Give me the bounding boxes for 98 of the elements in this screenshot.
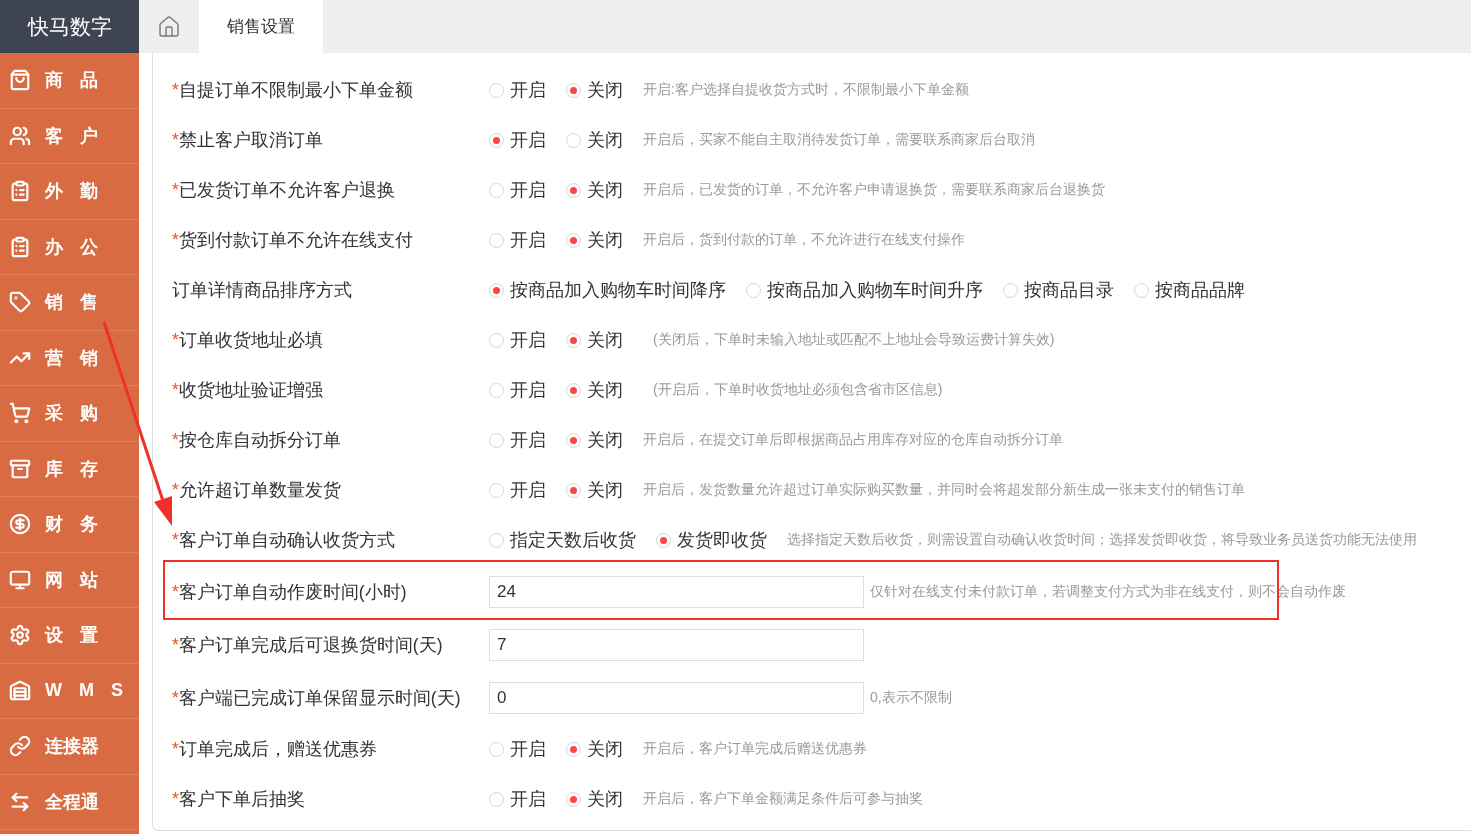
monitor-icon [9,568,31,591]
radio-option[interactable]: 开启 [489,78,546,102]
radio-option[interactable]: 关闭 [566,378,623,402]
hint-text: 开启后，在提交订单后即根据商品占用库存对应的仓库自动拆分订单 [643,431,1063,449]
radio-icon[interactable] [489,232,504,248]
setting-label: 订单详情商品排序方式 [172,279,353,302]
radio-icon[interactable] [489,132,504,148]
home-icon [157,14,181,39]
radio-option[interactable]: 关闭 [566,478,623,502]
radio-icon[interactable] [1003,282,1018,298]
hint-text: 开启后，买家不能自主取消待发货订单，需要联系商家后台取消 [643,131,1035,149]
setting-label: *客户下单后抽奖 [172,788,306,811]
cart-icon [9,402,31,425]
tag-icon [9,291,31,314]
radio-icon[interactable] [566,232,581,248]
hint-text: 开启后，已发货的订单，不允许客户申请退换货，需要联系商家后台退换货 [643,181,1105,199]
radio-icon[interactable] [489,82,504,98]
radio-icon[interactable] [489,382,504,398]
radio-icon[interactable] [489,532,504,548]
radio-icon[interactable] [489,432,504,448]
radio-option[interactable]: 开启 [489,228,546,252]
hint-text: 开启后，客户订单完成后赠送优惠券 [643,740,867,758]
radio-option[interactable]: 开启 [489,737,546,761]
radio-option[interactable]: 开启 [489,478,546,502]
radio-icon[interactable] [746,282,761,298]
setting-label: *客户订单自动确认收货方式 [172,529,396,552]
radio-option[interactable]: 关闭 [566,737,623,761]
warehouse-icon [9,679,31,702]
radio-option[interactable]: 按商品加入购物车时间升序 [746,278,983,302]
input-field[interactable]: 0 [489,681,864,714]
setting-label: *已发货订单不允许客户退换 [172,179,396,202]
setting-label: *订单完成后，赠送优惠券 [172,738,378,761]
radio-option[interactable]: 关闭 [566,428,623,452]
setting-label: *自提订单不限制最小下单金额 [172,79,414,102]
radio-icon[interactable] [566,82,581,98]
radio-icon[interactable] [489,182,504,198]
radio-option[interactable]: 关闭 [566,178,623,202]
hint-text: (关闭后，下单时未输入地址或匹配不上地址会导致运费计算失效) [653,331,1055,349]
input-field[interactable]: 7 [489,628,864,661]
setting-label: *货到付款订单不允许在线支付 [172,229,414,252]
radio-option[interactable]: 开启 [489,178,546,202]
clipboard-icon [9,180,31,203]
hint-text: 开启:客户选择自提收货方式时，不限制最小下单金额 [643,81,969,99]
radio-option[interactable]: 关闭 [566,78,623,102]
radio-option[interactable]: 开启 [489,428,546,452]
radio-option[interactable]: 开启 [489,128,546,152]
hint-text: 开启后，客户下单金额满足条件后可参与抽奖 [643,790,923,808]
bag-icon [9,69,31,92]
hint-text: 0,表示不限制 [870,688,952,707]
box-icon [9,457,31,480]
radio-option[interactable]: 关闭 [566,228,623,252]
radio-icon[interactable] [489,791,504,807]
setting-label: *订单收货地址必填 [172,329,324,352]
setting-label: *客户订单自动作废时间(小时) [172,580,408,604]
radio-option[interactable]: 按商品目录 [1003,278,1114,302]
brand-logo: 快马数字 [0,0,139,53]
radio-icon[interactable] [656,532,671,548]
swap-icon [9,790,31,813]
users-icon [9,124,31,147]
radio-icon[interactable] [566,132,581,148]
radio-icon[interactable] [566,432,581,448]
radio-option[interactable]: 开启 [489,328,546,352]
setting-label: *禁止客户取消订单 [172,129,324,152]
radio-option[interactable]: 发货即收货 [656,528,767,552]
hint-text: (开启后，下单时收货地址必须包含省市区信息) [653,381,943,399]
hint-text: 开启后，货到付款的订单，不允许进行在线支付操作 [643,231,965,249]
clipboard-icon [9,235,31,258]
radio-icon[interactable] [489,482,504,498]
radio-icon[interactable] [489,741,504,757]
radio-option[interactable]: 指定天数后收货 [489,528,636,552]
tab[interactable]: 销售设置 [199,0,323,53]
hint-text: 开启后，发货数量允许超过订单实际购买数量，并同时会将超发部分新生成一张未支付的销售订单 [643,481,1245,499]
radio-option[interactable]: 按商品品牌 [1134,278,1245,302]
radio-option[interactable]: 按商品加入购物车时间降序 [489,278,726,302]
radio-icon[interactable] [1134,282,1149,298]
coin-icon [9,513,31,536]
radio-icon[interactable] [489,282,504,298]
radio-icon[interactable] [566,791,581,807]
settings-icon [9,624,31,647]
setting-label: *客户订单完成后可退换货时间(天) [172,633,444,657]
radio-icon[interactable] [566,482,581,498]
input-field[interactable]: 24 [489,575,864,608]
radio-option[interactable]: 开启 [489,378,546,402]
setting-label: *允许超订单数量发货 [172,479,342,502]
setting-label: *收货地址验证增强 [172,379,324,402]
radio-option[interactable]: 开启 [489,787,546,811]
radio-icon[interactable] [566,332,581,348]
radio-option[interactable]: 关闭 [566,787,623,811]
link-icon [9,735,31,758]
radio-option[interactable]: 关闭 [566,328,623,352]
radio-icon[interactable] [566,741,581,757]
radio-icon[interactable] [489,332,504,348]
setting-label: *客户端已完成订单保留显示时间(天) [172,686,462,710]
hint-text: 选择指定天数后收货，则需设置自动确认收货时间；选择发货即收货，将导致业务员送货功能无法使用 [787,531,1417,549]
setting-label: *按仓库自动拆分订单 [172,429,342,452]
radio-icon[interactable] [566,382,581,398]
radio-icon[interactable] [566,182,581,198]
radio-option[interactable]: 关闭 [566,128,623,152]
